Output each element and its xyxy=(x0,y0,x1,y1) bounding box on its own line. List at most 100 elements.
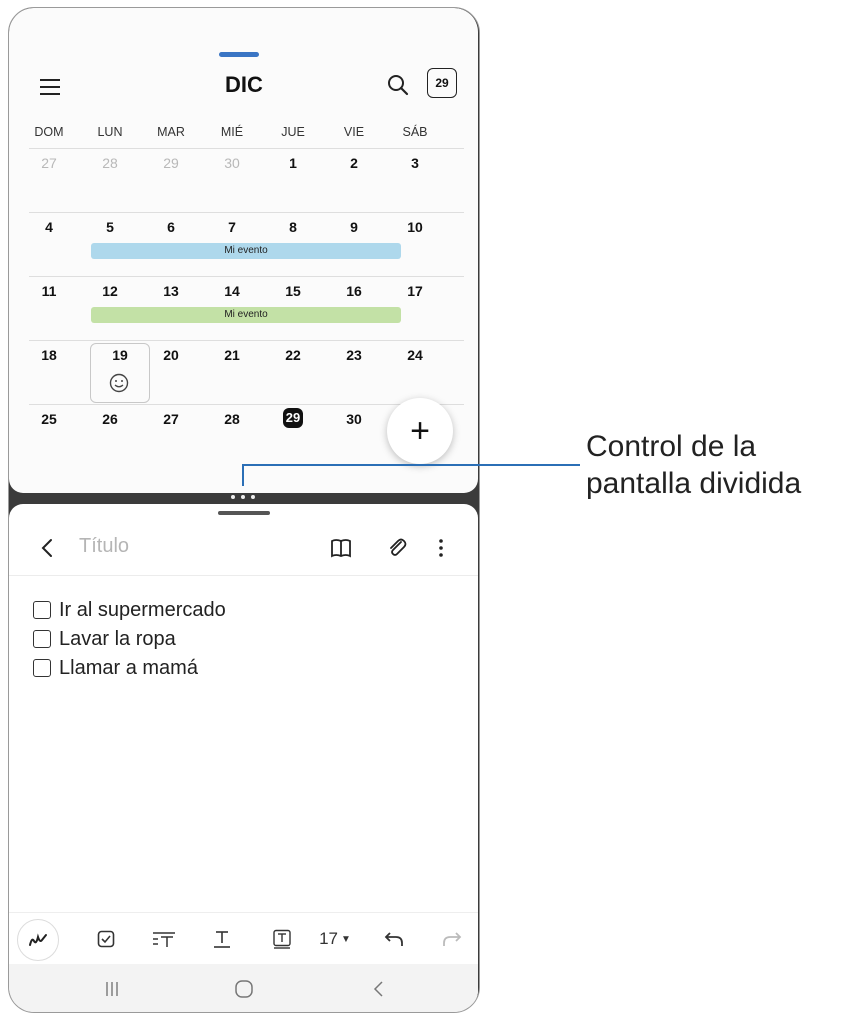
day-cell[interactable]: 18 xyxy=(29,347,69,363)
day-cell[interactable]: 16 xyxy=(334,283,374,299)
book-icon[interactable] xyxy=(327,534,355,562)
attachment-icon[interactable] xyxy=(383,534,411,562)
week-row: 27 28 29 30 1 2 3 xyxy=(29,148,464,212)
week-divider xyxy=(29,212,464,213)
week-row: 18 19 20 21 22 23 24 xyxy=(29,340,464,404)
day-cell[interactable]: 22 xyxy=(273,347,313,363)
checklist-item-text[interactable]: Lavar la ropa xyxy=(59,628,176,651)
calendar-pane: DIC 29 DOM LUN MAR MIÉ JUE VIE SÁB 27 28… xyxy=(9,8,478,493)
split-screen-handle[interactable] xyxy=(231,495,257,501)
smiley-sticker-icon xyxy=(108,372,130,394)
day-cell[interactable]: 9 xyxy=(334,219,374,235)
format-toolbar: 17 ▼ xyxy=(9,912,478,965)
day-cell[interactable]: 17 xyxy=(395,283,435,299)
day-cell[interactable]: 28 xyxy=(212,411,252,427)
callout-line-1: Control de la xyxy=(586,430,757,463)
pane-drag-bar[interactable] xyxy=(218,511,270,515)
pen-mode-button[interactable] xyxy=(17,919,59,961)
weekday-header: DOM LUN MAR MIÉ JUE VIE SÁB xyxy=(29,125,459,143)
back-nav-icon[interactable] xyxy=(361,964,395,1012)
callout-leader-horizontal xyxy=(242,464,580,466)
week-divider xyxy=(29,148,464,149)
checklist-item-text[interactable]: Llamar a mamá xyxy=(59,657,198,680)
today-button[interactable]: 29 xyxy=(427,68,457,98)
day-cell[interactable]: 19 xyxy=(100,347,140,363)
day-cell[interactable]: 13 xyxy=(151,283,191,299)
day-cell[interactable]: 11 xyxy=(29,283,69,299)
week-row: 11 12 13 14 15 16 17 Mi evento xyxy=(29,276,464,340)
callout-line-2: pantalla dividida xyxy=(586,467,802,500)
day-cell[interactable]: 2 xyxy=(334,155,374,171)
system-nav-bar xyxy=(9,964,478,1012)
day-cell[interactable]: 14 xyxy=(212,283,252,299)
day-cell[interactable]: 12 xyxy=(90,283,130,299)
day-cell[interactable]: 8 xyxy=(273,219,313,235)
day-cell[interactable]: 30 xyxy=(334,411,374,427)
weekday-label: MAR xyxy=(157,125,185,139)
week-divider xyxy=(29,276,464,277)
checklist-item[interactable]: Lavar la ropa xyxy=(33,626,176,652)
checklist-item[interactable]: Ir al supermercado xyxy=(33,597,226,623)
note-title-input[interactable]: Título xyxy=(79,535,129,558)
weekday-label: SÁB xyxy=(402,125,428,139)
dropdown-caret-icon: ▼ xyxy=(341,933,351,945)
day-cell[interactable]: 29 xyxy=(151,155,191,171)
day-cell[interactable]: 25 xyxy=(29,411,69,427)
text-style-icon[interactable] xyxy=(147,913,181,965)
search-icon[interactable] xyxy=(383,70,413,100)
undo-icon[interactable] xyxy=(379,913,409,965)
checkbox[interactable] xyxy=(33,601,51,619)
day-cell[interactable]: 30 xyxy=(212,155,252,171)
weekday-label: DOM xyxy=(34,125,64,139)
day-cell[interactable]: 20 xyxy=(151,347,191,363)
selected-day[interactable]: 29 xyxy=(283,408,303,428)
menu-icon[interactable] xyxy=(37,74,63,100)
plus-icon: + xyxy=(410,411,430,450)
home-icon[interactable] xyxy=(227,964,261,1012)
checkbox[interactable] xyxy=(33,630,51,648)
day-cell[interactable]: 21 xyxy=(212,347,252,363)
recent-apps-icon[interactable] xyxy=(95,964,129,1012)
font-size-selector[interactable]: 17 ▼ xyxy=(313,913,357,965)
text-box-icon[interactable] xyxy=(265,913,299,965)
event-bar[interactable]: Mi evento xyxy=(91,243,401,259)
day-cell[interactable]: 24 xyxy=(395,347,435,363)
split-screen-callout-label: Control de la pantalla dividida xyxy=(586,428,801,502)
handle-dot xyxy=(231,495,235,499)
checklist-item-text[interactable]: Ir al supermercado xyxy=(59,599,226,622)
handle-dot xyxy=(251,495,255,499)
add-event-button[interactable]: + xyxy=(387,398,453,464)
handle-dot xyxy=(241,495,245,499)
back-arrow-icon[interactable] xyxy=(35,534,59,562)
day-cell[interactable]: 27 xyxy=(151,411,191,427)
event-bar[interactable]: Mi evento xyxy=(91,307,401,323)
notes-pane: Título Ir al supermercado Lavar la ropa … xyxy=(9,504,478,1012)
pane-indicator xyxy=(219,52,259,57)
day-cell[interactable]: 23 xyxy=(334,347,374,363)
today-badge-text: 29 xyxy=(435,76,449,90)
font-size-value: 17 xyxy=(319,929,338,948)
checkbox[interactable] xyxy=(33,659,51,677)
day-cell[interactable]: 27 xyxy=(29,155,69,171)
day-cell[interactable]: 15 xyxy=(273,283,313,299)
day-cell[interactable]: 6 xyxy=(151,219,191,235)
day-cell[interactable]: 26 xyxy=(90,411,130,427)
month-title[interactable]: DIC xyxy=(199,72,289,98)
redo-icon[interactable] xyxy=(437,913,467,965)
week-row: 4 5 6 7 8 9 10 Mi evento xyxy=(29,212,464,276)
day-cell[interactable]: 1 xyxy=(273,155,313,171)
day-cell[interactable]: 7 xyxy=(212,219,252,235)
day-cell[interactable]: 4 xyxy=(29,219,69,235)
day-cell[interactable]: 5 xyxy=(90,219,130,235)
more-options-icon[interactable] xyxy=(431,534,451,562)
checkbox-format-icon[interactable] xyxy=(89,913,123,965)
day-cell[interactable]: 3 xyxy=(395,155,435,171)
header-divider xyxy=(9,575,478,576)
phone-frame: DIC 29 DOM LUN MAR MIÉ JUE VIE SÁB 27 28… xyxy=(8,7,480,1013)
weekday-label: MIÉ xyxy=(220,125,244,139)
text-underline-icon[interactable] xyxy=(205,913,239,965)
checklist-item[interactable]: Llamar a mamá xyxy=(33,655,198,681)
weekday-label: LUN xyxy=(97,125,123,139)
day-cell[interactable]: 10 xyxy=(395,219,435,235)
day-cell[interactable]: 28 xyxy=(90,155,130,171)
